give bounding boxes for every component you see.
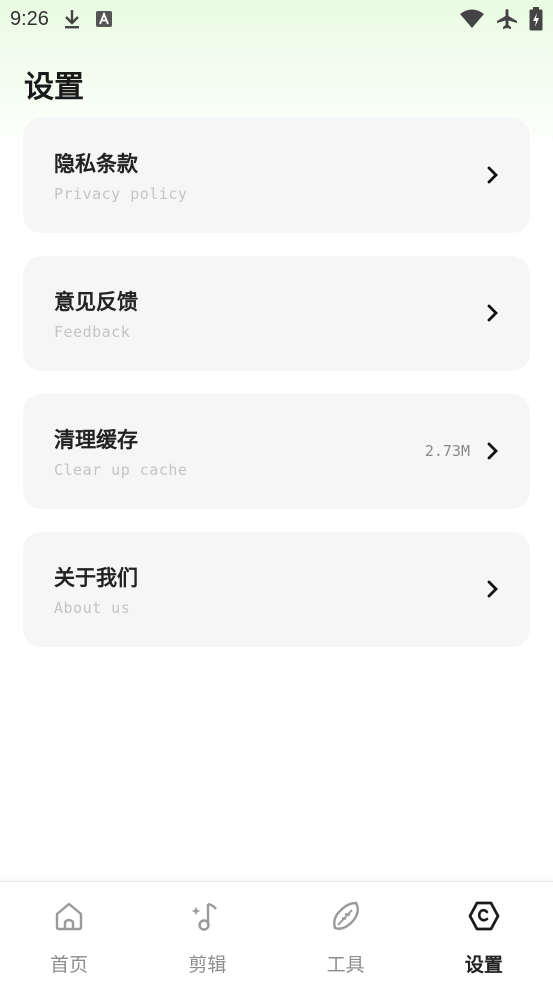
cache-size-value: 2.73M [424, 442, 470, 460]
item-subtitle: Feedback [54, 323, 131, 341]
leaf-icon [332, 901, 359, 930]
item-subtitle: About us [54, 599, 131, 617]
settings-hex-icon [468, 901, 500, 931]
status-time: 9:26 [10, 7, 49, 30]
nav-settings[interactable]: 设置 [415, 882, 553, 983]
nav-label: 设置 [464, 954, 503, 976]
chevron-right-icon [487, 166, 498, 184]
download-icon [64, 10, 79, 29]
a-box-icon [95, 11, 112, 27]
chevron-right-icon [487, 442, 498, 460]
privacy-policy-item[interactable]: 隐私条款 Privacy policy [23, 118, 530, 233]
nav-label: 剪辑 [188, 954, 227, 976]
settings-list: 隐私条款 Privacy policy 意见反馈 Feedback 清理缓存 C… [23, 118, 530, 670]
airplane-icon [497, 9, 517, 29]
nav-label: 工具 [326, 954, 365, 976]
status-left: 9:26 [10, 8, 113, 31]
nav-label: 首页 [50, 954, 89, 976]
nav-tools[interactable]: 工具 [277, 882, 415, 983]
item-title: 关于我们 [54, 566, 138, 590]
home-icon [55, 902, 83, 931]
wifi-icon [460, 9, 484, 28]
item-title: 意见反馈 [54, 290, 138, 314]
chevron-right-icon [487, 304, 498, 322]
page-title: 设置 [24, 70, 84, 105]
item-subtitle: Privacy policy [54, 185, 188, 203]
status-right [459, 7, 543, 31]
chevron-right-icon [487, 580, 498, 598]
bottom-nav: 首页 剪辑 工具 设置 [0, 881, 553, 983]
clear-cache-item[interactable]: 清理缓存 Clear up cache 2.73M [23, 394, 530, 509]
item-subtitle: Clear up cache [54, 461, 188, 479]
item-title: 清理缓存 [54, 428, 138, 452]
music-note-icon [191, 902, 218, 931]
status-bar: 9:26 [0, 0, 553, 38]
feedback-item[interactable]: 意见反馈 Feedback [23, 256, 530, 371]
item-title: 隐私条款 [54, 152, 138, 176]
nav-home[interactable]: 首页 [0, 882, 138, 983]
nav-edit[interactable]: 剪辑 [138, 882, 276, 983]
battery-icon [529, 7, 543, 31]
about-us-item[interactable]: 关于我们 About us [23, 532, 530, 647]
